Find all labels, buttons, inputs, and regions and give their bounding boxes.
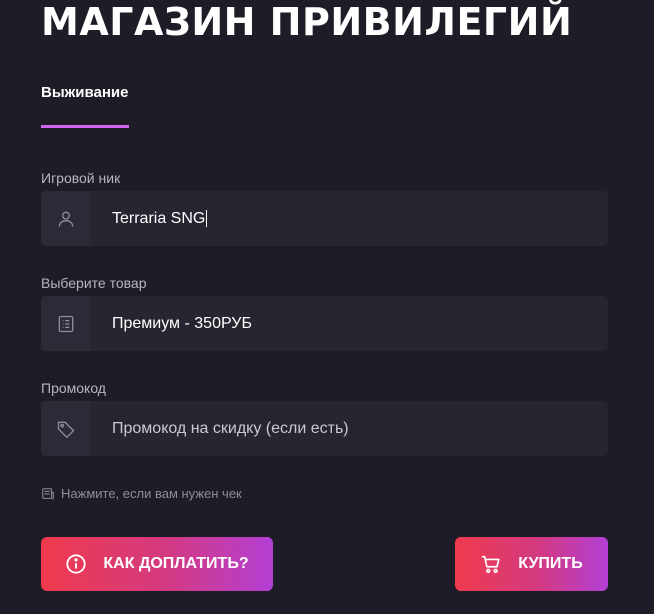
nickname-value: Terraria SNG <box>112 209 206 227</box>
user-icon <box>41 191 91 246</box>
page-title: МАГАЗИН ПРИВИЛЕГИЙ <box>41 0 573 44</box>
nickname-input[interactable]: Terraria SNG <box>91 191 608 246</box>
buy-label: КУПИТЬ <box>518 555 583 572</box>
tab-survival[interactable]: Выживание <box>41 84 129 128</box>
promo-input[interactable] <box>91 401 608 456</box>
tag-icon <box>41 401 91 456</box>
nickname-label: Игровой ник <box>41 170 121 186</box>
promo-label: Промокод <box>41 380 106 396</box>
list-icon <box>41 296 91 351</box>
how-to-pay-button[interactable]: КАК ДОПЛАТИТЬ? <box>41 537 273 591</box>
cart-icon <box>482 555 500 574</box>
product-label: Выберите товар <box>41 275 147 291</box>
nickname-field[interactable]: Terraria SNG <box>41 191 608 246</box>
tab-bar: Выживание <box>41 84 129 128</box>
how-to-pay-label: КАК ДОПЛАТИТЬ? <box>103 555 249 572</box>
receipt-link[interactable]: Нажмите, если вам нужен чек <box>41 486 242 501</box>
receipt-icon <box>42 487 54 500</box>
receipt-text: Нажмите, если вам нужен чек <box>61 486 242 501</box>
promo-field[interactable] <box>41 401 608 456</box>
product-value: Премиум - 350РУБ <box>112 314 252 332</box>
buy-button[interactable]: КУПИТЬ <box>455 537 608 591</box>
product-select[interactable]: Премиум - 350РУБ <box>41 296 608 351</box>
info-icon <box>66 554 87 574</box>
text-caret <box>206 210 208 227</box>
